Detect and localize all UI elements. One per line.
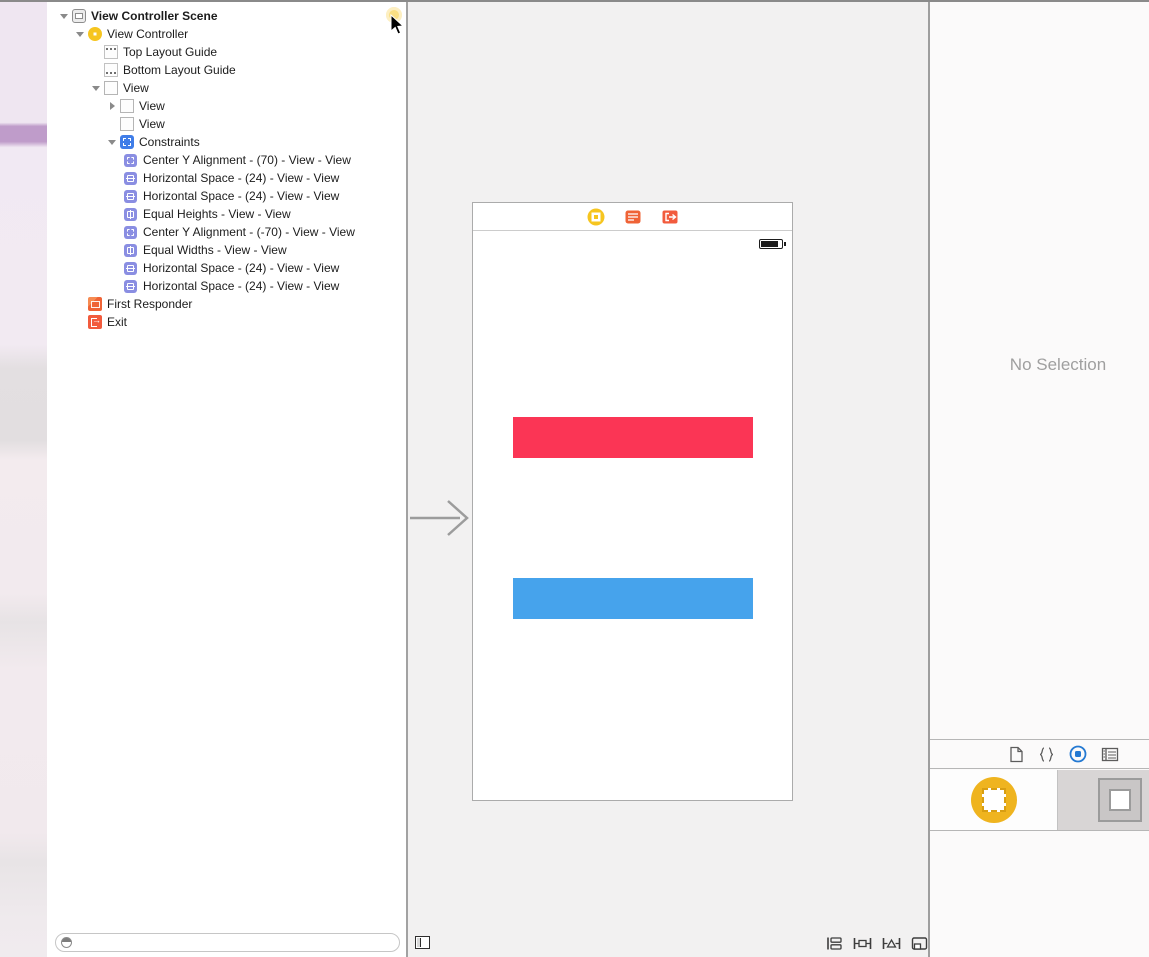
document-outline-toggle-button[interactable] xyxy=(415,936,430,949)
tree-row-constraint[interactable]: Equal Heights - View - View xyxy=(47,205,406,223)
library-item-view[interactable] xyxy=(1058,770,1149,830)
object-library-icon[interactable] xyxy=(1069,745,1087,763)
status-bar-battery-icon xyxy=(759,239,786,249)
blue-subview[interactable] xyxy=(513,578,753,619)
first-responder-icon[interactable] xyxy=(624,208,642,226)
equal-widths-constraint-icon xyxy=(124,243,137,257)
equal-heights-constraint-icon xyxy=(124,207,137,221)
exit-icon xyxy=(88,315,102,329)
center-y-constraint-icon xyxy=(124,225,137,239)
tree-row-view-controller-scene[interactable]: View Controller Scene xyxy=(47,7,406,25)
disclosure-triangle[interactable] xyxy=(91,83,101,93)
tree-label: Horizontal Space - (24) - View - View xyxy=(143,189,340,203)
tree-label: Equal Widths - View - View xyxy=(143,243,287,257)
tree-label: Center Y Alignment - (-70) - View - View xyxy=(143,225,355,239)
tree-label: Exit xyxy=(107,315,128,329)
stack-button[interactable] xyxy=(826,936,843,951)
tree-label: Constraints xyxy=(139,135,200,149)
tree-row-subview-1[interactable]: View xyxy=(47,97,406,115)
window-top-edge xyxy=(0,0,1149,2)
horizontal-space-constraint-icon xyxy=(124,189,137,203)
tree-row-constraint[interactable]: Horizontal Space - (24) - View - View xyxy=(47,169,406,187)
tree-label: View xyxy=(139,117,165,131)
object-library-list xyxy=(930,770,1149,831)
tree-label: Equal Heights - View - View xyxy=(143,207,291,221)
code-snippet-library-icon[interactable] xyxy=(1038,746,1055,763)
view-icon xyxy=(104,81,118,95)
view-library-icon xyxy=(1098,778,1142,822)
view-controller-scene-canvas[interactable] xyxy=(472,202,793,801)
tree-label: View xyxy=(123,81,149,95)
document-outline-panel: View Controller Scene View Controller To… xyxy=(47,2,408,957)
tree-row-bottom-layout-guide[interactable]: Bottom Layout Guide xyxy=(47,61,406,79)
scene-tree: View Controller Scene View Controller To… xyxy=(47,2,406,331)
tree-row-constraint[interactable]: Horizontal Space - (24) - View - View xyxy=(47,187,406,205)
mouse-cursor xyxy=(390,14,404,35)
tree-row-constraint[interactable]: Center Y Alignment - (-70) - View - View xyxy=(47,223,406,241)
tree-row-top-layout-guide[interactable]: Top Layout Guide xyxy=(47,43,406,61)
disclosure-triangle[interactable] xyxy=(107,101,117,111)
horizontal-space-constraint-icon xyxy=(124,279,137,293)
disclosure-triangle[interactable] xyxy=(107,137,117,147)
tree-label: Top Layout Guide xyxy=(123,45,218,59)
red-subview[interactable] xyxy=(513,417,753,458)
tree-row-root-view[interactable]: View xyxy=(47,79,406,97)
tree-label: Horizontal Space - (24) - View - View xyxy=(143,171,340,185)
horizontal-space-constraint-icon xyxy=(124,171,137,185)
filter-icon xyxy=(61,937,72,948)
first-responder-icon xyxy=(88,297,102,311)
top-layout-guide-icon xyxy=(104,45,118,59)
storyboard-entry-arrow[interactable] xyxy=(410,498,472,538)
library-item-view-controller[interactable] xyxy=(930,770,1058,830)
view-icon xyxy=(120,117,134,131)
disclosure-triangle[interactable] xyxy=(59,11,69,21)
tree-row-constraint[interactable]: Center Y Alignment - (70) - View - View xyxy=(47,151,406,169)
view-controller-icon xyxy=(88,27,102,41)
media-library-icon[interactable] xyxy=(1101,747,1119,762)
disclosure-triangle[interactable] xyxy=(75,29,85,39)
file-template-library-icon[interactable] xyxy=(1009,746,1024,763)
utilities-panel: No Selection xyxy=(928,2,1149,957)
tree-row-constraint[interactable]: Horizontal Space - (24) - View - View xyxy=(47,259,406,277)
inspector-empty-state: No Selection xyxy=(1009,355,1107,374)
view-controller-library-icon xyxy=(971,777,1017,823)
outline-filter-field[interactable] xyxy=(55,933,400,952)
tree-label: View Controller xyxy=(107,27,189,41)
align-button[interactable] xyxy=(853,936,872,951)
tree-label: Bottom Layout Guide xyxy=(123,63,236,77)
tree-row-constraint[interactable]: Horizontal Space - (24) - View - View xyxy=(47,277,406,295)
view-icon xyxy=(120,99,134,113)
tree-row-constraints[interactable]: Constraints xyxy=(47,133,406,151)
tree-label: Horizontal Space - (24) - View - View xyxy=(143,279,340,293)
auto-layout-button-bar xyxy=(826,936,928,951)
bottom-layout-guide-icon xyxy=(104,63,118,77)
center-y-constraint-icon xyxy=(124,153,137,167)
tree-row-subview-2[interactable]: View xyxy=(47,115,406,133)
resolve-auto-layout-button[interactable] xyxy=(911,936,928,951)
horizontal-space-constraint-icon xyxy=(124,261,137,275)
tree-label: View xyxy=(139,99,165,113)
tree-label: First Responder xyxy=(107,297,193,311)
tree-row-constraint[interactable]: Equal Widths - View - View xyxy=(47,241,406,259)
scene-icon xyxy=(72,9,86,23)
library-toolbar xyxy=(930,739,1149,769)
tree-row-view-controller[interactable]: View Controller xyxy=(47,25,406,43)
view-controller-icon[interactable] xyxy=(587,208,605,226)
tree-label: Horizontal Space - (24) - View - View xyxy=(143,261,340,275)
tree-label: View Controller Scene xyxy=(91,9,218,23)
tree-label: Center Y Alignment - (70) - View - View xyxy=(143,153,351,167)
pin-button[interactable] xyxy=(882,936,901,951)
desktop-background xyxy=(0,0,47,957)
constraints-icon xyxy=(120,135,134,149)
tree-row-first-responder[interactable]: First Responder xyxy=(47,295,406,313)
exit-icon[interactable] xyxy=(661,208,679,226)
scene-dock xyxy=(473,203,792,231)
tree-row-exit[interactable]: Exit xyxy=(47,313,406,331)
